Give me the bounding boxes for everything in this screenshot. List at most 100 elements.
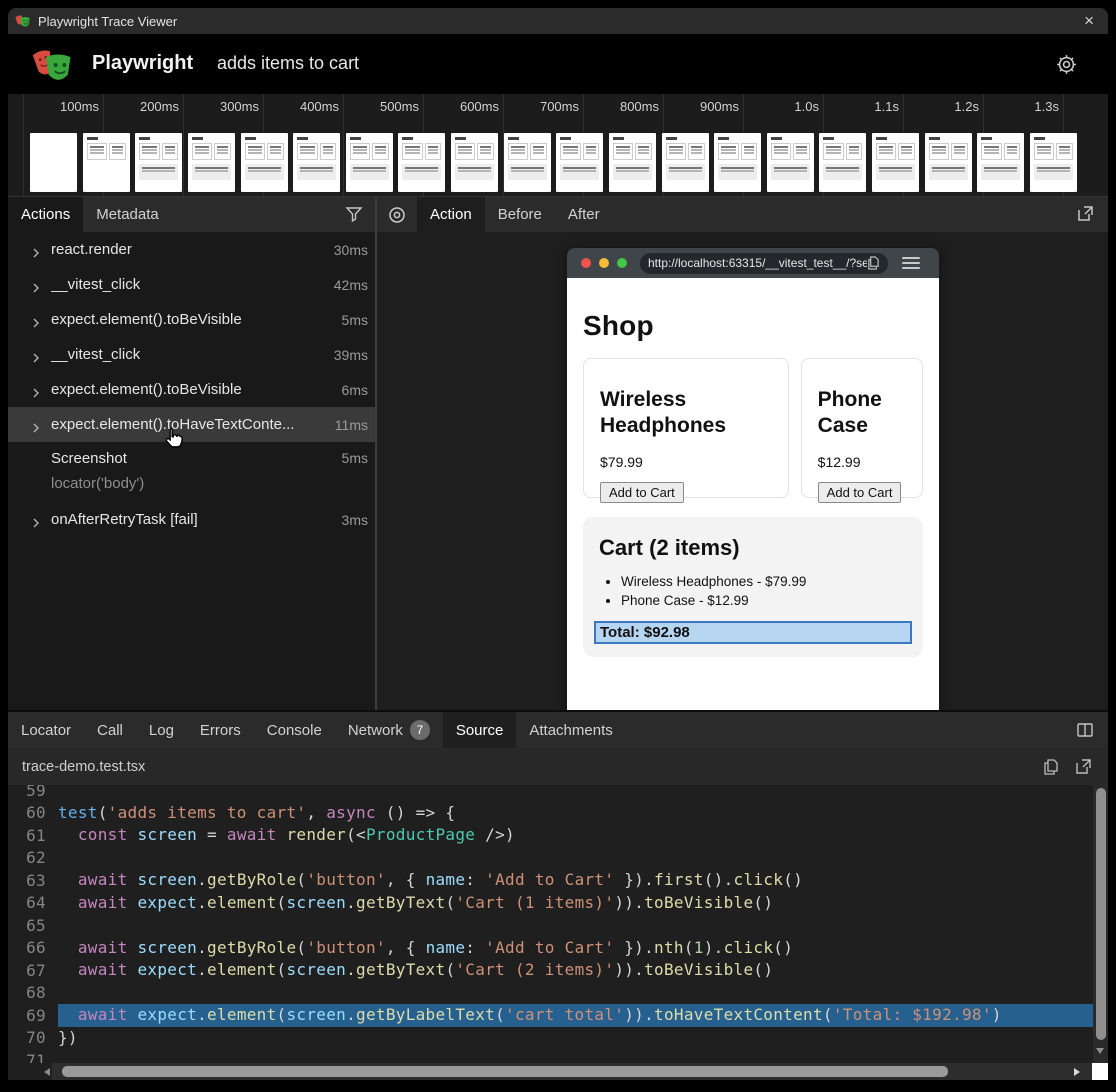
expand-chevron-icon[interactable] [31,280,41,290]
tab-call[interactable]: Call [84,712,136,748]
page-url: http://localhost:63315/__vitest_test__/?… [648,256,867,270]
vertical-scrollbar[interactable] [1093,785,1108,1063]
thumbnail-mini-product [139,143,159,160]
pick-locator-target-icon[interactable] [377,197,417,232]
code-token: expect [128,960,198,979]
film-strip-thumbnail[interactable] [714,133,761,192]
action-list: react.render30ms__vitest_click42msexpect… [8,232,375,537]
open-source-externally-icon[interactable] [1074,758,1092,776]
copy-url-icon[interactable] [867,256,880,270]
film-strip-thumbnail[interactable] [977,133,1024,192]
copy-source-icon[interactable] [1042,758,1060,776]
film-strip-thumbnail[interactable] [188,133,235,192]
film-strip-thumbnail[interactable] [83,133,130,192]
expand-chevron-icon[interactable] [31,245,41,255]
action-row[interactable]: react.render30ms [8,232,375,267]
code-editor[interactable]: 5960test('adds items to cart', async () … [8,785,1093,1063]
thumbnail-mini-cart [192,164,231,180]
action-row[interactable]: Screenshot5mslocator('body') [8,442,375,502]
settings-gear-icon[interactable] [1055,53,1078,76]
timeline-strip[interactable]: 100ms200ms300ms400ms500ms600ms700ms800ms… [8,94,1108,197]
thumbnail-mini-product [771,143,791,160]
film-strip-thumbnail[interactable] [451,133,498,192]
code-lines: 5960test('adds items to cart', async () … [8,785,1093,1063]
film-strip-thumbnail[interactable] [556,133,603,192]
action-row[interactable]: __vitest_click42ms [8,267,375,302]
scroll-down-arrow-icon[interactable] [1096,1048,1104,1054]
film-strip-thumbnail[interactable] [609,133,656,192]
thumbnail-mini-heading [876,137,887,140]
code-line-text [58,847,1093,870]
test-title: adds items to cart [217,53,359,74]
expand-chevron-icon[interactable] [31,315,41,325]
tab-attachments[interactable]: Attachments [516,712,625,748]
thumbnail-mini-cart [508,164,547,180]
action-row[interactable]: expect.element().toBeVisible5ms [8,302,375,337]
film-strip-thumbnail[interactable] [504,133,551,192]
close-window-button[interactable]: × [1084,11,1094,31]
tab-network[interactable]: Network7 [335,712,443,748]
action-row[interactable]: expect.element().toBeVisible6ms [8,372,375,407]
action-row[interactable]: onAfterRetryTask [fail]3ms [8,502,375,537]
thumbnail-mini-cart [718,164,757,180]
code-token: . [346,960,356,979]
add-to-cart-button[interactable]: Add to Cart [818,482,902,503]
browser-menu-icon[interactable] [902,254,920,272]
film-strip-thumbnail[interactable] [767,133,814,192]
film-strip-thumbnail[interactable] [925,133,972,192]
film-strip-thumbnail[interactable] [872,133,919,192]
tab-log[interactable]: Log [136,712,187,748]
thumbnail-mini-product [583,143,600,160]
thumbnail-mini-product [192,143,212,160]
thumbnail-mini-product [666,143,686,160]
tab-action[interactable]: Action [417,197,485,232]
action-row[interactable]: expect.element().toHaveTextConte...11ms [8,407,375,442]
expand-chevron-icon[interactable] [31,350,41,360]
film-strip-thumbnail[interactable] [819,133,866,192]
code-token: 'Total: $192.98' [833,1005,992,1024]
horizontal-scrollbar[interactable] [52,1063,1092,1080]
split-view-icon[interactable] [1076,721,1094,739]
film-strip-thumbnail[interactable] [30,133,77,192]
tab-locator[interactable]: Locator [8,712,84,748]
film-strip-thumbnail[interactable] [293,133,340,192]
action-row[interactable]: __vitest_click39ms [8,337,375,372]
traffic-light-yellow-icon [599,258,609,268]
expand-chevron-icon[interactable] [31,515,41,525]
tab-before[interactable]: Before [485,197,555,232]
horizontal-scrollbar-thumb[interactable] [62,1066,948,1077]
filter-funnel-icon[interactable] [345,205,363,223]
film-strip-thumbnail[interactable] [662,133,709,192]
code-token: toBeVisible [644,960,753,979]
scroll-left-arrow-icon[interactable] [44,1068,50,1076]
code-token: = [197,825,227,844]
open-snapshot-popout-icon[interactable] [1076,205,1094,223]
tab-source[interactable]: Source [443,712,517,748]
tab-after[interactable]: After [555,197,613,232]
film-strip-thumbnail[interactable] [1030,133,1077,192]
tab-console[interactable]: Console [254,712,335,748]
code-token [58,825,78,844]
code-token: ( [684,938,694,957]
code-token: 'Add to Cart' [485,870,614,889]
code-line-text: await expect.element(screen.getByText('C… [58,959,1093,982]
add-to-cart-button[interactable]: Add to Cart [600,482,684,503]
tab-actions[interactable]: Actions [8,197,83,232]
tab-label: Action [430,206,472,223]
vertical-scrollbar-thumb[interactable] [1096,788,1106,1040]
expand-chevron-icon[interactable] [31,385,41,395]
film-strip-thumbnail[interactable] [398,133,445,192]
expand-chevron-icon[interactable] [31,420,41,430]
tab-errors[interactable]: Errors [187,712,254,748]
code-token: getByLabelText [356,1005,495,1024]
film-strip-thumbnail[interactable] [241,133,288,192]
thumbnail-mini-product [613,143,633,160]
browser-snapshot: http://localhost:63315/__vitest_test__/?… [567,248,939,710]
code-line-text: await screen.getByRole('button', { name:… [58,937,1093,960]
timeline-tick-label: 700ms [493,99,579,115]
thumbnail-mini-products [455,143,494,160]
scroll-right-arrow-icon[interactable] [1074,1068,1080,1076]
film-strip-thumbnail[interactable] [135,133,182,192]
film-strip-thumbnail[interactable] [346,133,393,192]
tab-metadata[interactable]: Metadata [83,197,172,232]
